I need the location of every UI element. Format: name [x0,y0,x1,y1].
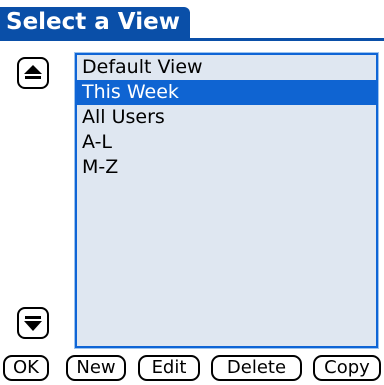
scroll-up-button[interactable] [17,57,49,89]
delete-button[interactable]: Delete [211,355,302,381]
dialog-title: Select a View [0,7,190,38]
list-item-a-l[interactable]: A-L [77,130,376,155]
list-item-default-view[interactable]: Default View [77,55,376,80]
edit-button[interactable]: Edit [138,355,200,381]
new-button[interactable]: New [66,355,126,381]
button-row: OK New Edit Delete Copy [0,355,384,383]
list-item-m-z[interactable]: M-Z [77,155,376,180]
arrow-down-icon [24,316,42,331]
arrow-up-icon [24,65,42,79]
list-item-this-week[interactable]: This Week [77,80,376,105]
title-underline [0,38,384,41]
ok-button[interactable]: OK [3,355,49,381]
view-list[interactable]: Default View This Week All Users A-L M-Z [75,53,378,348]
copy-button[interactable]: Copy [313,355,381,381]
list-item-all-users[interactable]: All Users [77,105,376,130]
scroll-down-button[interactable] [17,307,49,339]
title-bar: Select a View [0,7,384,41]
